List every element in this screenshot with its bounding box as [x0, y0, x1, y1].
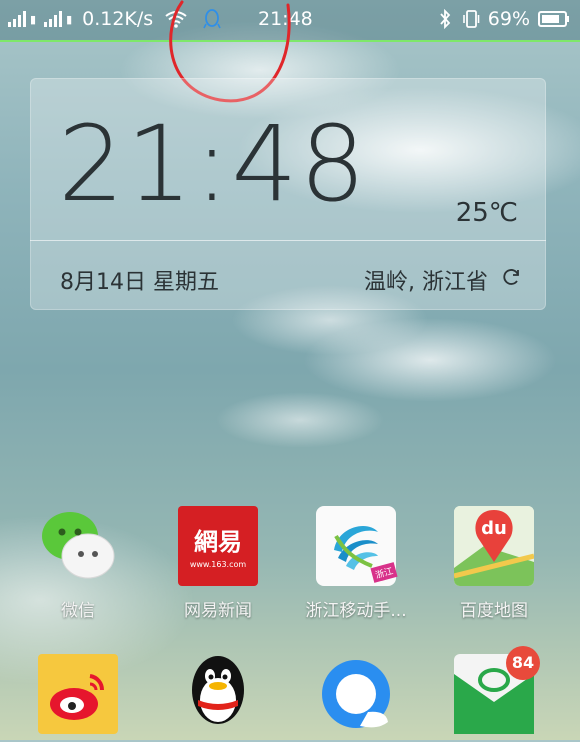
widget-clock[interactable]: 21:48 [58, 112, 368, 216]
wandoujia-icon: 84 [454, 646, 540, 734]
wechat-icon [38, 506, 118, 586]
network-speed: 0.12K/s [82, 8, 154, 30]
qq-browser-icon [316, 654, 396, 734]
bluetooth-icon [440, 9, 451, 29]
app-wandoujia[interactable]: 84 [434, 646, 554, 734]
app-weibo[interactable] [18, 654, 138, 734]
widget-temperature: 25℃ [455, 198, 518, 228]
baidu-map-icon: du [454, 506, 534, 586]
battery-percent: 69% [487, 8, 530, 30]
app-label: 网易新闻 [184, 601, 252, 621]
refresh-icon[interactable] [500, 266, 522, 288]
app-china-mobile[interactable]: 浙江 浙江移动手... [296, 506, 416, 621]
app-label: 微信 [61, 601, 95, 621]
app-qq-browser[interactable] [296, 654, 416, 734]
app-label: 百度地图 [460, 601, 528, 621]
widget-divider [30, 240, 546, 241]
weibo-icon [38, 654, 118, 734]
app-wechat[interactable]: 微信 [18, 506, 138, 621]
baidu-icon-text: du [481, 518, 507, 539]
netease-news-icon: 網易 www.163.com [178, 506, 258, 586]
widget-location[interactable]: 温岭, 浙江省 [364, 264, 488, 296]
netease-icon-text: 網易 [194, 527, 242, 556]
status-right: 69% [436, 8, 570, 30]
battery-icon [538, 11, 569, 27]
china-mobile-icon: 浙江 [316, 506, 398, 586]
app-netease-news[interactable]: 網易 www.163.com 网易新闻 [158, 506, 278, 621]
clock-weather-widget[interactable]: 21:48 25℃ 8月14日 星期五 温岭, 浙江省 [30, 78, 546, 310]
sim-indicator-2: ▮ [66, 12, 73, 26]
notification-badge: 84 [506, 646, 540, 680]
sim-indicator: ▮ [30, 12, 37, 26]
qq-penguin-icon [178, 648, 258, 728]
widget-date: 8月14日 星期五 [60, 270, 219, 295]
signal-icon [8, 11, 26, 27]
vibrate-icon [462, 10, 480, 28]
app-qq[interactable] [158, 648, 278, 728]
app-baidu-map[interactable]: du 百度地图 [434, 506, 554, 621]
app-label: 浙江移动手... [305, 601, 407, 621]
netease-icon-subtext: www.163.com [189, 560, 247, 569]
signal-icon-2 [44, 11, 63, 27]
